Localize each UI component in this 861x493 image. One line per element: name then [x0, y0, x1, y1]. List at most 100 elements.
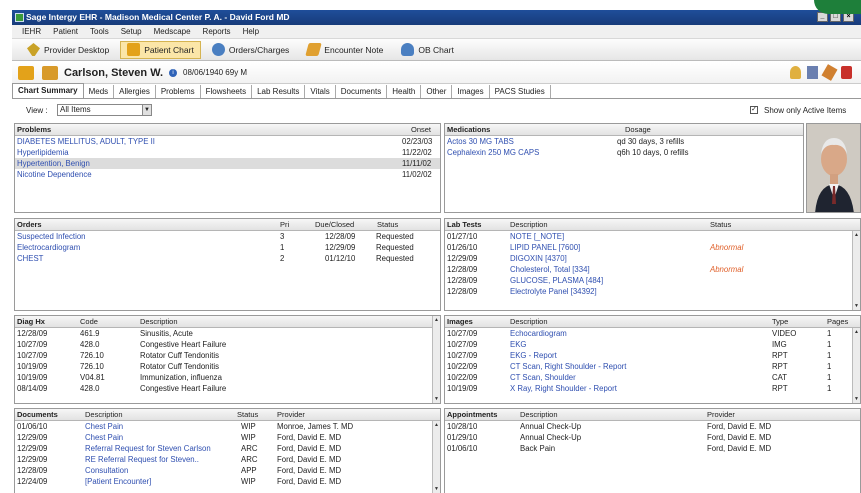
menu-setup[interactable]: Setup — [121, 27, 142, 36]
table-row[interactable]: 10/27/09 Echocardiogram VIDEO 1 — [445, 328, 860, 339]
diag-desc-header[interactable]: Description — [140, 317, 178, 326]
pen-icon[interactable] — [821, 64, 838, 81]
table-row[interactable]: Electrocardiogram 1 12/29/09 Requested — [15, 242, 440, 253]
scroll-down-icon[interactable]: ▼ — [853, 395, 860, 403]
medications-dosage-header[interactable]: Dosage — [625, 125, 651, 134]
flag-icon[interactable] — [841, 66, 852, 79]
tab-problems[interactable]: Problems — [156, 85, 201, 98]
documents-status-header[interactable]: Status — [237, 410, 258, 419]
tab-lab-results[interactable]: Lab Results — [252, 85, 306, 98]
lab-tests-scrollbar[interactable]: ▲ ▼ — [852, 231, 860, 310]
documents-provider-header[interactable]: Provider — [277, 410, 305, 419]
scroll-up-icon[interactable]: ▲ — [853, 328, 860, 336]
diag-hx-scrollbar[interactable]: ▲ ▼ — [432, 316, 440, 403]
tab-documents[interactable]: Documents — [336, 85, 388, 98]
scroll-down-icon[interactable]: ▼ — [433, 395, 440, 403]
table-row[interactable]: 01/26/10 LIPID PANEL [7600] Abnormal — [445, 242, 860, 253]
table-row[interactable]: 10/27/09 428.0 Congestive Heart Failure — [15, 339, 440, 350]
scroll-down-icon[interactable]: ▼ — [433, 485, 440, 493]
tab-meds[interactable]: Meds — [84, 85, 115, 98]
menu-tools[interactable]: Tools — [90, 27, 109, 36]
tab-vitals[interactable]: Vitals — [305, 85, 336, 98]
provider-desktop-button[interactable]: Provider Desktop — [20, 41, 116, 59]
tab-images[interactable]: Images — [452, 85, 490, 98]
table-row[interactable]: 10/19/09 V04.81 Immunization, influenza — [15, 372, 440, 383]
table-row[interactable]: 10/27/09 EKG - Report RPT 1 — [445, 350, 860, 361]
table-row[interactable]: 10/22/09 CT Scan, Right Shoulder - Report… — [445, 361, 860, 372]
tab-flowsheets[interactable]: Flowsheets — [201, 85, 253, 98]
table-row[interactable]: 12/28/09 Cholesterol, Total [334] Abnormal — [445, 264, 860, 275]
list-item[interactable]: Nicotine Dependence 11/02/02 — [15, 169, 440, 180]
list-item[interactable]: Cephalexin 250 MG CAPS q6h 10 days, 0 ref… — [445, 147, 803, 158]
scroll-down-icon[interactable]: ▼ — [853, 302, 860, 310]
list-item[interactable]: DIABETES MELLITUS, ADULT, TYPE II 02/23/0… — [15, 136, 440, 147]
table-row[interactable]: 10/28/10 Annual Check-Up Ford, David E. MD — [445, 421, 860, 432]
table-row[interactable]: 01/06/10 Back Pain Ford, David E. MD — [445, 443, 860, 454]
lab-desc-header[interactable]: Description — [510, 220, 548, 229]
scroll-up-icon[interactable]: ▲ — [853, 231, 860, 239]
chart-folder-icon[interactable] — [42, 65, 58, 80]
images-scrollbar[interactable]: ▲ ▼ — [852, 328, 860, 403]
table-row[interactable]: 12/28/09 Electrolyte Panel [34392] — [445, 286, 860, 297]
images-desc-header[interactable]: Description — [510, 317, 548, 326]
menu-iehr[interactable]: IEHR — [22, 27, 41, 36]
documents-desc-header[interactable]: Description — [85, 410, 123, 419]
tab-allergies[interactable]: Allergies — [114, 85, 156, 98]
table-row[interactable]: 01/06/10 Chest Pain WIP Monroe, James T. MD — [15, 421, 440, 432]
table-row[interactable]: 08/14/09 428.0 Congestive Heart Failure — [15, 383, 440, 394]
orders-charges-button[interactable]: Orders/Charges — [205, 41, 296, 59]
appointments-desc-header[interactable]: Description — [520, 410, 558, 419]
list-item[interactable]: Hyperlipidemia 11/22/02 — [15, 147, 440, 158]
chevron-down-icon[interactable]: ▼ — [142, 105, 151, 115]
orders-pri-header[interactable]: Pri — [280, 220, 289, 229]
tab-pacs-studies[interactable]: PACS Studies — [490, 85, 551, 98]
active-only-checkbox[interactable]: ✓ — [750, 106, 758, 114]
table-row[interactable]: 12/28/09 GLUCOSE, PLASMA [484] — [445, 275, 860, 286]
table-row[interactable]: 10/22/09 CT Scan, Shoulder CAT 1 — [445, 372, 860, 383]
problems-onset-header[interactable]: Onset — [411, 125, 431, 134]
table-row[interactable]: 12/29/09 Chest Pain WIP Ford, David E. MD — [15, 432, 440, 443]
table-row[interactable]: 10/27/09 EKG IMG 1 — [445, 339, 860, 350]
table-row[interactable]: 12/29/09 Referral Request for Steven Carl… — [15, 443, 440, 454]
images-type-header[interactable]: Type — [772, 317, 788, 326]
lab-status-header[interactable]: Status — [710, 220, 731, 229]
view-select[interactable]: All Items ▼ — [57, 104, 152, 116]
table-row[interactable]: 12/29/09 DIGOXIN [4370] — [445, 253, 860, 264]
scroll-up-icon[interactable]: ▲ — [433, 316, 440, 324]
table-row[interactable]: 10/27/09 726.10 Rotator Cuff Tendonitis — [15, 350, 440, 361]
orders-due-header[interactable]: Due/Closed — [315, 220, 354, 229]
table-row[interactable]: 10/19/09 X Ray, Right Shoulder - Report RP… — [445, 383, 860, 394]
encounter-note-button[interactable]: Encounter Note — [300, 41, 390, 59]
tab-chart-summary[interactable]: Chart Summary — [12, 83, 84, 98]
images-pages-header[interactable]: Pages — [827, 317, 848, 326]
active-only-label: Show only Active Items — [764, 106, 847, 115]
list-item[interactable]: Hypertention, Benign 11/11/02 — [15, 158, 440, 169]
table-row[interactable]: 12/28/09 Consultation APP Ford, David E. MD — [15, 465, 440, 476]
appointments-provider-header[interactable]: Provider — [707, 410, 735, 419]
menu-patient[interactable]: Patient — [53, 27, 78, 36]
patient-chart-button[interactable]: Patient Chart — [120, 40, 201, 59]
scroll-up-icon[interactable]: ▲ — [433, 421, 440, 429]
list-item[interactable]: Actos 30 MG TABS qd 30 days, 3 refills — [445, 136, 803, 147]
info-icon[interactable]: i — [169, 68, 178, 77]
documents-scrollbar[interactable]: ▲ ▼ — [432, 421, 440, 493]
user-alert-icon[interactable] — [807, 66, 818, 79]
table-row[interactable]: 12/29/09 RE Referral Request for Steven..… — [15, 454, 440, 465]
diag-code-header[interactable]: Code — [80, 317, 98, 326]
table-row[interactable]: 12/24/09 [Patient Encounter] WIP Ford, Davi… — [15, 476, 440, 487]
lightbulb-icon[interactable] — [790, 66, 801, 79]
tab-other[interactable]: Other — [421, 85, 453, 98]
ob-chart-button[interactable]: OB Chart — [394, 41, 460, 59]
table-row[interactable]: 01/29/10 Annual Check-Up Ford, David E. MD — [445, 432, 860, 443]
table-row[interactable]: 12/28/09 461.9 Sinusitis, Acute — [15, 328, 440, 339]
table-row[interactable]: Suspected Infection 3 12/28/09 Requested — [15, 231, 440, 242]
tab-health[interactable]: Health — [387, 85, 422, 98]
menu-reports[interactable]: Reports — [203, 27, 231, 36]
orders-status-header[interactable]: Status — [377, 220, 398, 229]
table-row[interactable]: 10/19/09 726.10 Rotator Cuff Tendonitis — [15, 361, 440, 372]
menu-help[interactable]: Help — [243, 27, 259, 36]
window-title-bar[interactable]: Sage Intergy EHR - Madison Medical Cente… — [12, 10, 861, 25]
table-row[interactable]: CHEST 2 01/12/10 Requested — [15, 253, 440, 264]
table-row[interactable]: 01/27/10 NOTE [_NOTE] — [445, 231, 860, 242]
menu-medscape[interactable]: Medscape — [154, 27, 191, 36]
